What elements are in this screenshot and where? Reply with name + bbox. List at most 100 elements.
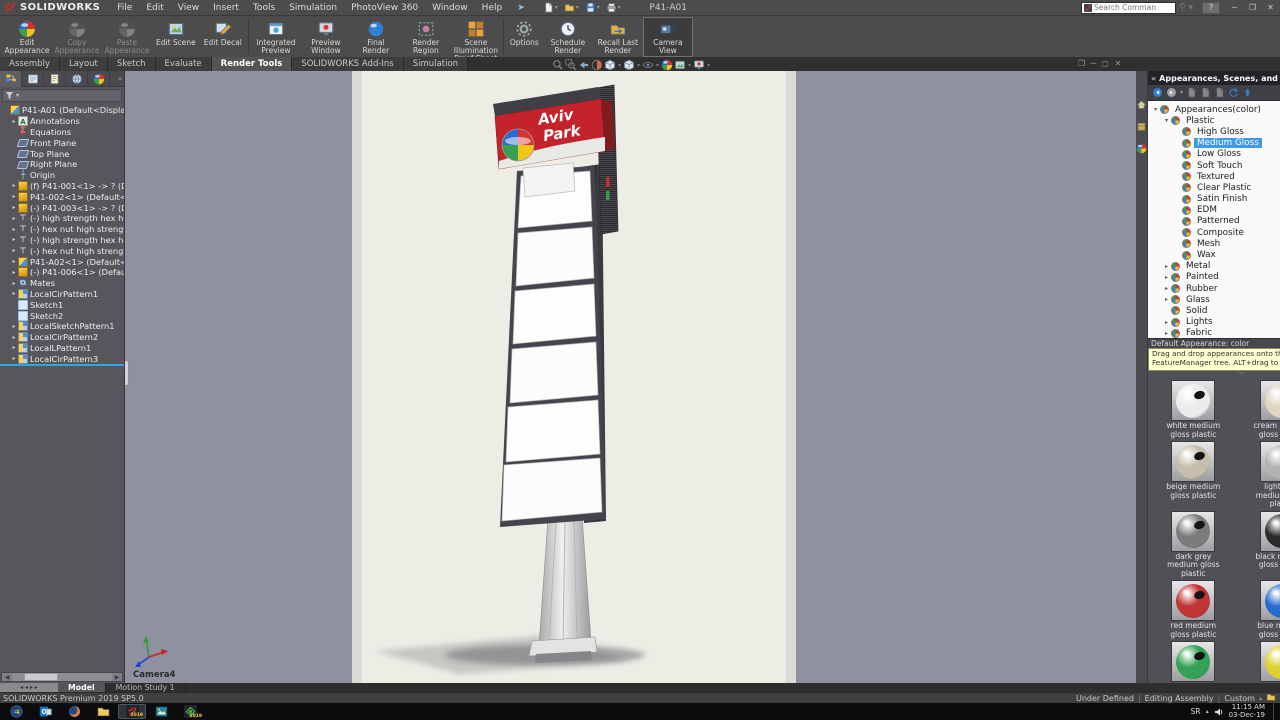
view-orientation-icon[interactable] xyxy=(604,59,616,71)
tree-item-sketch2[interactable]: Sketch2 xyxy=(0,310,124,321)
integrated-preview-button[interactable]: Integrated Preview xyxy=(251,17,301,57)
swatch-yellow-medium-gloss-plastic[interactable]: yellow medium gloss plastic xyxy=(1241,641,1280,683)
show-desktop-button[interactable] xyxy=(1273,703,1278,720)
menu-window[interactable]: Window xyxy=(425,3,475,13)
panel-splitter-grip[interactable] xyxy=(125,360,129,386)
tree-item-f-p41-001-1[interactable]: ▸(f) P41-001<1> -> ? (Default<As Mac xyxy=(0,181,124,192)
feature-tree-hscrollbar[interactable]: ◀ ▶ xyxy=(1,672,123,682)
file-explorer[interactable] xyxy=(89,704,117,719)
tree-item-p41-002-1-defaul[interactable]: ▸P41-002<1> (Default<As Machined> xyxy=(0,191,124,202)
appearance-category-rubber[interactable]: ▸Rubber xyxy=(1148,283,1280,294)
expand-arrow-icon[interactable]: ▸ xyxy=(1162,296,1171,303)
tree-item-p41-a01-default-d[interactable]: P41-A01 (Default<Display State-1>) xyxy=(0,105,124,116)
pin-icon[interactable]: ➤ xyxy=(509,3,533,13)
edit-decal-button[interactable]: Edit Decal xyxy=(200,17,246,57)
swatch-green-medium-gloss-plastic[interactable]: green medium gloss plastic xyxy=(1152,641,1235,683)
swatch-cream-medium-gloss-plastic[interactable]: cream medium gloss plastic xyxy=(1241,380,1280,439)
doc-minimize-button[interactable]: ─ xyxy=(1091,59,1096,68)
display-style-icon[interactable] xyxy=(623,59,635,71)
appearance-category-glass[interactable]: ▸Glass xyxy=(1148,294,1280,305)
appearance-category-fabric[interactable]: ▸Fabric xyxy=(1148,328,1280,338)
swatch-tile[interactable] xyxy=(1171,641,1215,682)
taskpane-tab-design-library[interactable] xyxy=(1136,117,1147,136)
swatch-beige-medium-gloss-plastic[interactable]: beige medium gloss plastic xyxy=(1152,441,1235,509)
search-input[interactable] xyxy=(1094,3,1156,12)
appearance-category-satin-finish[interactable]: Satin Finish xyxy=(1148,194,1280,205)
expand-arrow-icon[interactable]: ▸ xyxy=(10,204,18,211)
edit-appearance-icon[interactable] xyxy=(661,59,673,71)
tree-item-p41-003-1[interactable]: ▸(-) P41-003<1> -> ? (Default<As Mac xyxy=(0,202,124,213)
appearance-category-metal[interactable]: ▸Metal xyxy=(1148,261,1280,272)
expand-arrow-icon[interactable]: ▸ xyxy=(10,118,18,125)
appearance-category-mesh[interactable]: Mesh xyxy=(1148,238,1280,249)
featuremanager-tab[interactable] xyxy=(0,71,22,87)
scene-illumination-proof-sheet-button[interactable]: Scene Illumination Proof Sheet xyxy=(451,17,501,57)
tree-item-top-plane[interactable]: Top Plane xyxy=(0,148,124,159)
menu-edit[interactable]: Edit xyxy=(139,3,170,13)
expand-arrow-icon[interactable]: ▸ xyxy=(1162,319,1171,326)
propertymanager-tab[interactable] xyxy=(22,71,44,87)
hide-show-items-caret-icon[interactable]: ▾ xyxy=(656,62,659,69)
expand-arrow-icon[interactable]: ▸ xyxy=(10,236,18,243)
appearance-category-low-gloss[interactable]: Low Gloss xyxy=(1148,149,1280,160)
configurationmanager-tab[interactable] xyxy=(44,71,66,87)
hidden-icons-chevron[interactable]: ▴ xyxy=(1206,708,1209,715)
swatch-white-medium-gloss-plastic[interactable]: white medium gloss plastic xyxy=(1152,380,1235,439)
edrawings[interactable]: 2019 xyxy=(176,704,204,719)
expand-arrow-icon[interactable]: ▾ xyxy=(1151,106,1160,113)
swatch-tile[interactable] xyxy=(1171,511,1215,552)
expand-arrow-icon[interactable]: ▸ xyxy=(10,290,18,297)
tab-sketch[interactable]: Sketch xyxy=(108,57,156,71)
collapse-icon[interactable]: « xyxy=(1151,74,1156,83)
restore-button[interactable]: ❐ xyxy=(1244,1,1261,14)
tab-assembly[interactable]: Assembly xyxy=(0,57,60,71)
appearance-category-appearances-color[interactable]: ▾Appearances(color) xyxy=(1148,104,1280,115)
expand-arrow-icon[interactable]: ▸ xyxy=(10,258,18,265)
help-icon[interactable]: ? xyxy=(1202,2,1220,14)
tab-motion-study-1[interactable]: Motion Study 1 xyxy=(106,683,186,692)
view-orientation-caret-icon[interactable]: ▾ xyxy=(618,62,621,69)
swatch-red-medium-gloss-plastic[interactable]: red medium gloss plastic xyxy=(1152,580,1235,639)
search-icon[interactable]: ⚲︎ ▾ xyxy=(1176,3,1196,13)
minimize-button[interactable]: ─ xyxy=(1226,1,1243,14)
tree-item-right-plane[interactable]: Right Plane xyxy=(0,159,124,170)
options-button[interactable]: Options xyxy=(506,17,543,57)
start-button[interactable] xyxy=(2,704,30,719)
tree-item-localsketchpattern[interactable]: ▸LocalSketchPattern1 xyxy=(0,321,124,332)
swatch-blue-medium-gloss-plastic[interactable]: blue medium gloss plastic xyxy=(1241,580,1280,639)
render-region-button[interactable]: Render Region xyxy=(401,17,451,57)
swatch-black-medium-gloss-plastic[interactable]: black medium gloss plastic xyxy=(1241,511,1280,579)
displaymanager-tab[interactable] xyxy=(88,71,110,87)
expand-arrow-icon[interactable]: ▸ xyxy=(1162,330,1171,337)
apply-scene-caret-icon[interactable]: ▾ xyxy=(688,62,691,69)
expand-arrow-icon[interactable]: ▸ xyxy=(10,323,18,330)
tab-simulation[interactable]: Simulation xyxy=(404,57,468,71)
menu-file[interactable]: File xyxy=(110,3,139,13)
camera-view-button[interactable]: Camera View xyxy=(643,17,693,57)
expand-arrow-icon[interactable]: ▸ xyxy=(10,215,18,222)
expand-arrow-icon[interactable]: ▸ xyxy=(1162,285,1171,292)
swatch-tile[interactable] xyxy=(1260,580,1280,621)
zoom-to-fit-icon[interactable] xyxy=(552,59,564,71)
swatch-tile[interactable] xyxy=(1171,380,1215,421)
menu-photoview-360[interactable]: PhotoView 360 xyxy=(344,3,425,13)
expand-arrow-icon[interactable]: ▸ xyxy=(10,280,18,287)
refresh-button[interactable] xyxy=(1228,83,1239,102)
doc-restore-button[interactable]: ◻ xyxy=(1102,59,1109,68)
up-button[interactable] xyxy=(1242,83,1253,102)
photo-viewer[interactable] xyxy=(147,704,175,719)
splitter-dots[interactable]: ⋯ xyxy=(1148,371,1280,378)
firefox[interactable] xyxy=(60,704,88,719)
appearance-category-patterned[interactable]: Patterned xyxy=(1148,216,1280,227)
appearance-category-painted[interactable]: ▸Painted xyxy=(1148,272,1280,283)
appearance-category-lights[interactable]: ▸Lights xyxy=(1148,317,1280,328)
tree-item-hex-nut-high-s[interactable]: ▸⊤(-) hex nut high strength_din<331> ( xyxy=(0,245,124,256)
tree-item-hex-nut-high-s[interactable]: ▸⊤(-) hex nut high strength_din<268> ( xyxy=(0,224,124,235)
dimxpertmanager-tab[interactable] xyxy=(66,71,88,87)
swatch-dark-grey-medium-gloss-plastic[interactable]: dark grey medium gloss plastic xyxy=(1152,511,1235,579)
close-button[interactable]: ✕ xyxy=(1262,1,1279,14)
menu-simulation[interactable]: Simulation xyxy=(282,3,344,13)
expand-arrow-icon[interactable]: ▸ xyxy=(10,182,18,189)
tree-item-sketch1[interactable]: Sketch1 xyxy=(0,299,124,310)
appearance-category-soft-touch[interactable]: Soft Touch xyxy=(1148,160,1280,171)
